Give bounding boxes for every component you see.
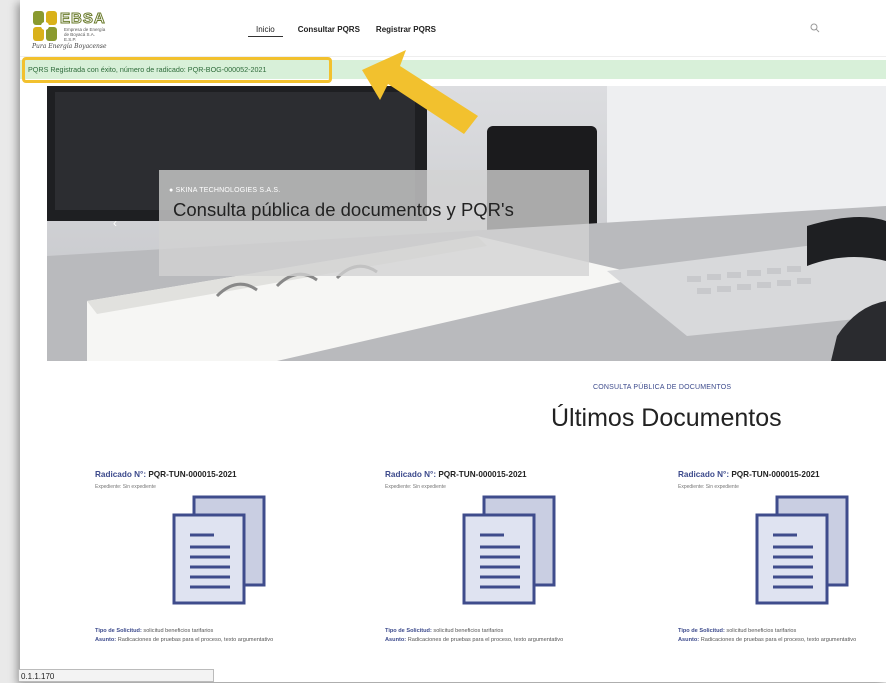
card-expediente: Expediente: Sin expediente — [678, 484, 739, 490]
asunto-value: Radicaciones de pruebas para el proceso,… — [407, 637, 564, 643]
tipo-value: solicitud beneficios tarifarios — [433, 628, 504, 634]
card-radicado: Radicado N°: PQR-TUN-000015-2021 — [678, 470, 820, 479]
tipo-label: Tipo de Solicitud: — [385, 628, 432, 634]
carousel-prev-icon[interactable]: ‹ — [113, 216, 117, 230]
radicado-value: PQR-TUN-000015-2021 — [731, 470, 820, 479]
logo-mark-icon — [33, 11, 57, 41]
card-meta: Tipo de Solicitud: solicitud beneficios … — [678, 627, 856, 645]
asunto-label: Asunto: — [95, 637, 117, 643]
asunto-label: Asunto: — [385, 637, 407, 643]
tipo-value: solicitud beneficios tarifarios — [726, 628, 797, 634]
card-meta: Tipo de Solicitud: solicitud beneficios … — [95, 627, 273, 645]
hero-title: Consulta pública de documentos y PQR's — [173, 199, 514, 220]
logo-tagline: Pura Energía Boyacense — [32, 43, 107, 50]
radicado-value: PQR-TUN-000015-2021 — [438, 470, 527, 479]
tipo-label: Tipo de Solicitud: — [95, 628, 142, 634]
card-expediente: Expediente: Sin expediente — [385, 484, 446, 490]
nav-registrar-pqrs[interactable]: Registrar PQRS — [368, 25, 444, 37]
browser-page: EBSA Empresa de Energía de Boyacá S.A. E… — [20, 0, 886, 682]
location-pin-icon: ● — [169, 187, 174, 194]
radicado-label: Radicado N°: — [95, 470, 147, 479]
alert-highlight-box — [22, 57, 332, 83]
card-radicado: Radicado N°: PQR-TUN-000015-2021 — [385, 470, 527, 479]
logo-subtitle: Empresa de Energía de Boyacá S.A. E.S.P. — [64, 27, 106, 42]
tipo-label: Tipo de Solicitud: — [678, 628, 725, 634]
logo-name: EBSA — [60, 10, 106, 28]
tipo-value: solicitud beneficios tarifarios — [143, 628, 214, 634]
card-radicado: Radicado N°: PQR-TUN-000015-2021 — [95, 470, 237, 479]
nav-inicio[interactable]: Inicio — [248, 25, 283, 37]
ebsa-logo[interactable]: EBSA Empresa de Energía de Boyacá S.A. E… — [32, 10, 142, 51]
asunto-label: Asunto: — [678, 637, 700, 643]
yellow-arrow-icon — [362, 50, 478, 134]
document-icon[interactable] — [753, 495, 849, 607]
hero-company-label: SKINA TECHNOLOGIES S.A.S. — [175, 187, 281, 194]
asunto-value: Radicaciones de pruebas para el proceso,… — [700, 637, 857, 643]
nav-consultar-pqrs[interactable]: Consultar PQRS — [290, 25, 368, 37]
browser-status-bar: 0.1.1.170 — [18, 669, 214, 682]
hero-caption: ● SKINA TECHNOLOGIES S.A.S. Consulta púb… — [159, 170, 589, 276]
section-kicker: CONSULTA PÚBLICA DE DOCUMENTOS — [593, 384, 732, 391]
document-card[interactable]: Radicado N°: PQR-TUN-000015-2021 Expedie… — [678, 470, 886, 660]
document-icon[interactable] — [460, 495, 556, 607]
section-title: Últimos Documentos — [551, 404, 782, 432]
search-icon[interactable] — [810, 23, 820, 33]
card-expediente: Expediente: Sin expediente — [95, 484, 156, 490]
document-card[interactable]: Radicado N°: PQR-TUN-000015-2021 Expedie… — [385, 470, 675, 660]
document-card[interactable]: Radicado N°: PQR-TUN-000015-2021 Expedie… — [95, 470, 385, 660]
radicado-label: Radicado N°: — [678, 470, 730, 479]
document-icon[interactable] — [170, 495, 266, 607]
card-meta: Tipo de Solicitud: solicitud beneficios … — [385, 627, 563, 645]
radicado-value: PQR-TUN-000015-2021 — [148, 470, 237, 479]
radicado-label: Radicado N°: — [385, 470, 437, 479]
hero-company: ● SKINA TECHNOLOGIES S.A.S. — [169, 187, 280, 194]
main-nav: Inicio Consultar PQRS Registrar PQRS — [248, 25, 444, 37]
asunto-value: Radicaciones de pruebas para el proceso,… — [117, 637, 274, 643]
